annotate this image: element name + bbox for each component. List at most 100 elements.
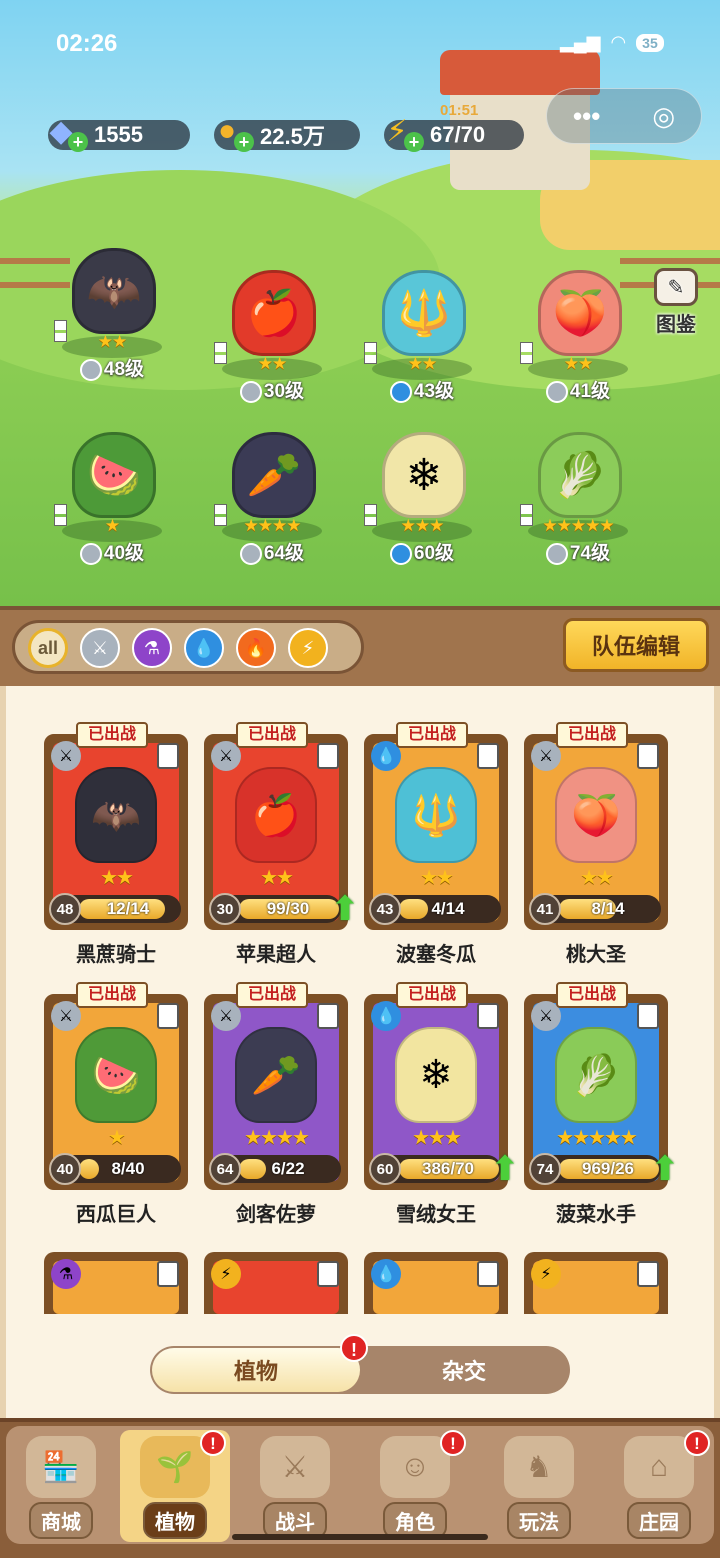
nav-label: 植物 <box>143 1502 207 1539</box>
nav-label: 商城 <box>29 1502 93 1539</box>
status-icons: ▂▄▆ ◠ 35 <box>560 32 664 53</box>
level-label: 60级 <box>362 538 482 565</box>
plant-card[interactable]: ⚡ <box>204 1252 348 1314</box>
team-slot[interactable]: 🍑 ★★ 41级 <box>518 250 638 403</box>
star-rating: ★★ <box>97 332 127 351</box>
plant-card[interactable]: 🔱 💧 ★★ 43 4/14 <box>364 734 508 930</box>
lightning-icon: ⚡ <box>531 1259 561 1289</box>
grid-icon <box>157 1003 179 1029</box>
nav-label: 玩法 <box>507 1502 571 1539</box>
plant-character[interactable]: 🦇 <box>72 248 156 334</box>
plant-name: 雪绒女王 <box>396 1204 476 1226</box>
more-icon[interactable]: ••• <box>573 101 600 132</box>
star-rating: ★★ <box>100 867 134 889</box>
star-rating: ★★★ <box>412 1127 462 1149</box>
team-slot[interactable]: 🦇 ★★ 48级 <box>52 228 172 381</box>
level-text: 43级 <box>413 381 455 402</box>
level-badge: 40 <box>49 1153 81 1185</box>
star-rating: ★★★★ <box>244 1127 310 1149</box>
gold-counter[interactable]: ● + 22.5万 <box>214 114 360 152</box>
alert-badge: ! <box>684 1430 710 1456</box>
miniprogram-capsule[interactable]: ••• ◎ <box>546 88 702 144</box>
plant-name: 剑客佐萝 <box>236 1204 316 1226</box>
team-slot[interactable]: ❄ ★★★ 60级 <box>362 412 482 565</box>
signal-icon: ▂▄▆ <box>560 32 601 52</box>
poison-icon: ⚗ <box>51 1259 81 1289</box>
team-slot[interactable]: 🍎 ★★ 30级 <box>212 250 332 403</box>
shard-progress-bar: 43 4/14 <box>369 893 501 925</box>
filter-water-icon[interactable]: 💧 <box>184 628 224 668</box>
upgrade-arrow-icon[interactable]: ⬆ <box>328 892 362 928</box>
plant-card[interactable]: 💧 <box>364 1252 508 1314</box>
plant-card[interactable]: 🍉 ⚔ ★ 40 8/40 <box>44 994 188 1190</box>
upgrade-arrow-icon[interactable]: ⬆ <box>648 1152 682 1188</box>
gems-value: 1555 <box>94 122 143 147</box>
star-rating: ★★ <box>563 354 593 373</box>
nav-gameplay[interactable]: ♞ 玩法 <box>484 1430 594 1542</box>
nav-battle[interactable]: ⚔ 战斗 <box>240 1430 350 1542</box>
plant-character[interactable]: 🥕 <box>232 432 316 518</box>
team-slot[interactable]: 🥬 ★★★★★ 74级 <box>518 412 638 565</box>
filter-sword-icon[interactable]: ⚔ <box>80 628 120 668</box>
team-slot[interactable]: 🥕 ★★★★ 64级 <box>212 412 332 565</box>
tab-plants[interactable]: 植物 <box>152 1348 360 1392</box>
grid-icon <box>317 1261 339 1287</box>
plant-character[interactable]: 🥬 <box>538 432 622 518</box>
energy-counter[interactable]: ⚡ + 67/70 <box>384 115 524 152</box>
team-slot[interactable]: 🍉 ★ 40级 <box>52 412 172 565</box>
grid-icon <box>157 1261 179 1287</box>
hybrid-alert-badge: ! <box>340 1334 368 1362</box>
codex-label: 图鉴 <box>656 314 696 336</box>
nav-character[interactable]: ☺ 角色! <box>360 1430 470 1542</box>
star-rating: ★★★★★ <box>542 516 614 535</box>
close-target-icon[interactable]: ◎ <box>652 101 675 132</box>
alert-badge: ! <box>200 1430 226 1456</box>
filter-label: all <box>37 637 58 658</box>
status-time: 02:26 <box>56 30 118 57</box>
sword-icon <box>79 542 102 565</box>
filter-label: ⚗ <box>143 637 161 658</box>
plant-card[interactable]: ❄ 💧 ★★★ 60 386/70 <box>364 994 508 1190</box>
level-label: 64级 <box>212 538 332 565</box>
grid-icon <box>317 743 339 769</box>
plant-card[interactable]: ⚡ <box>524 1252 668 1314</box>
plant-card[interactable]: 🦇 ⚔ ★★ 48 12/14 <box>44 734 188 930</box>
star-rating: ★★ <box>420 867 454 889</box>
add-gold-icon[interactable]: + <box>234 132 254 152</box>
plant-character[interactable]: 🔱 <box>382 270 466 356</box>
tab-hybrid[interactable]: 杂交 <box>360 1348 568 1392</box>
filter-lightning-icon[interactable]: ⚡ <box>288 628 328 668</box>
add-energy-icon[interactable]: + <box>404 132 424 152</box>
codex-icon: ✎ <box>654 268 698 306</box>
add-gems-icon[interactable]: + <box>68 132 88 152</box>
plant-card[interactable]: 🥕 ⚔ ★★★★ 64 6/22 <box>204 994 348 1190</box>
filter-fire-icon[interactable]: 🔥 <box>236 628 276 668</box>
plant-character[interactable]: 🍎 <box>232 270 316 356</box>
plant-character[interactable]: 🍉 <box>72 432 156 518</box>
level-text: 64级 <box>263 543 305 564</box>
shard-count: 8/40 <box>111 1159 145 1178</box>
plant-portrait: 🔱 <box>395 767 477 863</box>
filter-poison-icon[interactable]: ⚗ <box>132 628 172 668</box>
home-indicator <box>232 1534 488 1540</box>
team-slot[interactable]: 🔱 ★★ 43级 <box>362 250 482 403</box>
star-rating: ★★★ <box>400 516 445 535</box>
nav-plants[interactable]: 🌱 植物! <box>120 1430 230 1542</box>
plant-portrait: 🥕 <box>235 1027 317 1123</box>
level-label: 41级 <box>518 376 638 403</box>
sword-icon <box>79 358 102 381</box>
plant-card[interactable]: ⚗ <box>44 1252 188 1314</box>
nav-shop[interactable]: 🏪 商城 <box>6 1430 116 1542</box>
plant-character[interactable]: 🍑 <box>538 270 622 356</box>
plant-card[interactable]: 🍎 ⚔ ★★ 30 99/30 <box>204 734 348 930</box>
codex-button[interactable]: ✎ 图鉴 <box>648 268 704 336</box>
plant-card[interactable]: 🍑 ⚔ ★★ 41 8/14 <box>524 734 668 930</box>
plant-character[interactable]: ❄ <box>382 432 466 518</box>
plant-card[interactable]: 🥬 ⚔ ★★★★★ 74 969/26 <box>524 994 668 1190</box>
team-edit-button[interactable]: 队伍编辑 <box>563 618 709 672</box>
gems-counter[interactable]: ◆ + 1555 <box>48 115 190 152</box>
filter-all[interactable]: all <box>28 628 68 668</box>
upgrade-arrow-icon[interactable]: ⬆ <box>488 1152 522 1188</box>
nav-manor[interactable]: ⌂ 庄园! <box>604 1430 714 1542</box>
grid-icon <box>637 1261 659 1287</box>
